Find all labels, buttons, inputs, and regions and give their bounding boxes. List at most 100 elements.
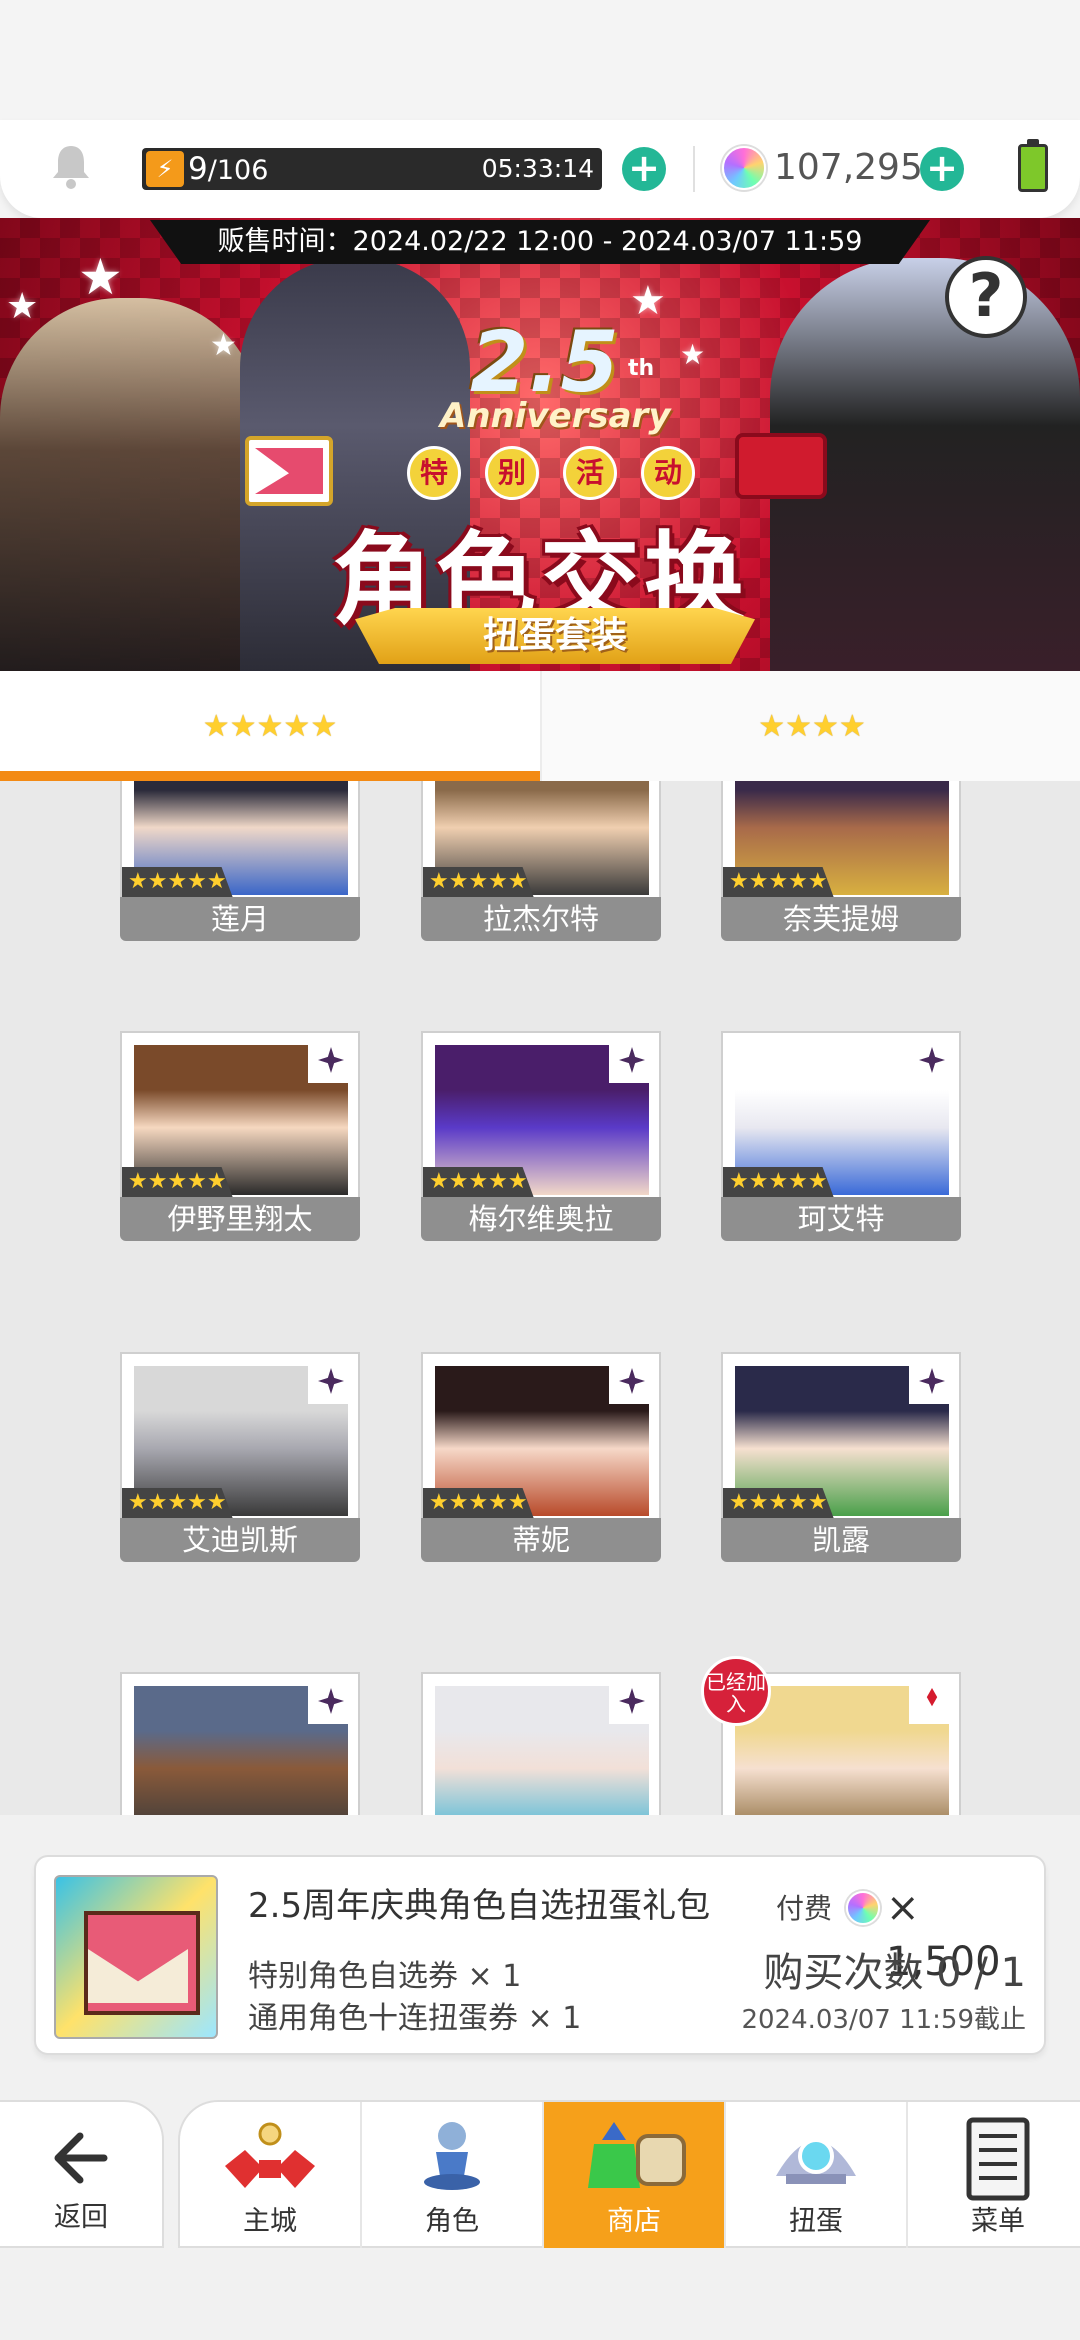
active-tab-indicator bbox=[0, 771, 540, 781]
character-name: 珂艾特 bbox=[721, 1197, 961, 1241]
stamina-bar: ⚡ 9/106 05:33:14 bbox=[142, 148, 602, 190]
gem-count: 107,295 bbox=[774, 147, 923, 188]
gacha-pack-card[interactable]: 2.5周年庆典角色自选扭蛋礼包 付费 × 1,500 特别角色自选券 × 1 通… bbox=[34, 1855, 1046, 2055]
stamina-timer: 05:33:14 bbox=[481, 154, 594, 183]
tab-label: ★★★★ bbox=[758, 709, 866, 744]
bottom-navigation: 返回 主城 角色 商店 扭蛋 菜单 bbox=[0, 2100, 1080, 2250]
notification-bell-icon[interactable] bbox=[50, 144, 92, 190]
character-card[interactable]: ★★★★★ 奈芙提姆 bbox=[721, 781, 961, 941]
nav-shop[interactable]: 商店 bbox=[544, 2102, 724, 2250]
character-portrait: ★★★★★ bbox=[721, 781, 961, 897]
diamond-icon bbox=[308, 1358, 354, 1404]
star-decoration: ★ bbox=[6, 286, 39, 327]
character-name: 莲月 bbox=[120, 897, 360, 941]
character-portrait: ★★★★★ bbox=[721, 1352, 961, 1518]
nav-character[interactable]: 角色 bbox=[362, 2102, 542, 2250]
purchase-deadline: 2024.03/07 11:59截止 bbox=[741, 2005, 1026, 2035]
character-grid: ★★★★★ 莲月 ★★★★★ 拉杰尔特 ★★★★★ 奈芙提姆 ★★★★★ 伊野里翔太 ★★★★★… bbox=[0, 781, 1080, 1815]
system-bottom-area bbox=[0, 2248, 1080, 2340]
character-name: 梅尔维奥拉 bbox=[421, 1197, 661, 1241]
envelope-ticket-icon bbox=[245, 436, 333, 506]
character-portrait: ★★★★★ bbox=[120, 781, 360, 897]
rainbow-gem-icon bbox=[846, 1891, 880, 1925]
header-divider bbox=[693, 146, 695, 192]
special-event-char: 活 bbox=[563, 446, 617, 500]
nav-label: 扭蛋 bbox=[789, 2206, 843, 2237]
red-diamond-icon bbox=[909, 1678, 955, 1724]
character-card[interactable]: ★★★★★ 伊野里翔太 bbox=[120, 1031, 360, 1241]
status-header: ⚡ 9/106 05:33:14 + 107,295 + bbox=[0, 120, 1080, 218]
character-name: 蒂妮 bbox=[421, 1518, 661, 1562]
diamond-icon bbox=[609, 1678, 655, 1724]
gacha-pack-icon bbox=[54, 1875, 218, 2039]
star-decoration: ★ bbox=[630, 278, 666, 324]
nav-gacha[interactable]: 扭蛋 bbox=[726, 2102, 906, 2250]
rainbow-gem-icon bbox=[722, 146, 766, 190]
character-card[interactable]: ★★★★★ 莲月 bbox=[120, 781, 360, 941]
character-portrait bbox=[421, 1672, 661, 1815]
character-icon bbox=[424, 2122, 480, 2190]
add-gems-button[interactable]: + bbox=[920, 147, 964, 191]
diamond-icon bbox=[308, 1678, 354, 1724]
pack-content-2: 通用角色十连扭蛋券 × 1 bbox=[248, 2001, 582, 2036]
character-name: 艾迪凯斯 bbox=[120, 1518, 360, 1562]
special-event-char: 动 bbox=[641, 446, 695, 500]
menu-list-icon bbox=[966, 2117, 1030, 2201]
rarity-tabs: ★★★★★ ★★★★ bbox=[0, 671, 1080, 781]
character-portrait bbox=[120, 1672, 360, 1815]
character-name: 拉杰尔特 bbox=[421, 897, 661, 941]
event-banner: ★ ★ ★ ★ ★ 贩售时间：2024.02/22 12:00 - 2024.0… bbox=[0, 218, 1080, 671]
gacha-icon bbox=[776, 2138, 856, 2184]
battery-icon bbox=[1018, 139, 1048, 192]
sale-period: 贩售时间：2024.02/22 12:00 - 2024.03/07 11:59 bbox=[150, 220, 930, 264]
diamond-icon bbox=[609, 1037, 655, 1083]
rarity-stars: ★★★★★ bbox=[723, 867, 834, 897]
character-card[interactable]: ★★★★★ 拉杰尔特 bbox=[421, 781, 661, 941]
character-card[interactable] bbox=[421, 1672, 661, 1815]
character-card[interactable]: ★★★★★ 凯露 bbox=[721, 1352, 961, 1562]
character-portrait: ★★★★★ bbox=[120, 1352, 360, 1518]
nav-castle[interactable]: 主城 bbox=[180, 2102, 360, 2250]
nav-menu[interactable]: 菜单 bbox=[908, 2102, 1080, 2250]
app-root: ⚡ 9/106 05:33:14 + 107,295 + ★ ★ ★ ★ ★ 贩… bbox=[0, 0, 1080, 2340]
character-portrait: ★★★★★ bbox=[120, 1031, 360, 1197]
character-card[interactable]: ★★★★★ 珂艾特 bbox=[721, 1031, 961, 1241]
back-label: 返回 bbox=[54, 2202, 108, 2233]
joined-badge: 已经加入 bbox=[701, 1656, 771, 1726]
character-card[interactable]: ★★★★★ 梅尔维奥拉 bbox=[421, 1031, 661, 1241]
back-button[interactable]: 返回 bbox=[0, 2100, 164, 2248]
lightning-icon: ⚡ bbox=[146, 151, 184, 187]
character-card[interactable]: 已经加入 bbox=[701, 1656, 961, 1815]
add-stamina-button[interactable]: + bbox=[622, 147, 666, 191]
shop-icon bbox=[588, 2122, 686, 2188]
tab-four-star[interactable]: ★★★★ bbox=[542, 671, 1080, 781]
rarity-stars: ★★★★★ bbox=[122, 1488, 233, 1518]
special-event-label: 特别活动 bbox=[395, 446, 715, 506]
purchase-panel: 2.5周年庆典角色自选扭蛋礼包 付费 × 1,500 特别角色自选券 × 1 通… bbox=[0, 1815, 1080, 2100]
nav-label: 角色 bbox=[425, 2206, 479, 2237]
character-card[interactable]: ★★★★★ 艾迪凯斯 bbox=[120, 1352, 360, 1562]
character-name: 奈芙提姆 bbox=[721, 897, 961, 941]
purchase-count: 购买次数 0 / 1 bbox=[763, 1950, 1026, 1996]
castle-icon bbox=[225, 2122, 315, 2188]
character-portrait: ★★★★★ bbox=[421, 1352, 661, 1518]
stamina-value: 9/106 bbox=[188, 151, 269, 187]
rarity-stars: ★★★★★ bbox=[423, 867, 534, 897]
pay-label: 付费 bbox=[776, 1892, 833, 1925]
nav-label: 主城 bbox=[243, 2206, 297, 2237]
character-portrait: ★★★★★ bbox=[721, 1031, 961, 1197]
tab-five-star[interactable]: ★★★★★ bbox=[0, 671, 540, 781]
help-button[interactable]: ? bbox=[945, 256, 1027, 338]
rarity-stars: ★★★★★ bbox=[723, 1488, 834, 1518]
pack-content-1: 特别角色自选券 × 1 bbox=[248, 1959, 522, 1994]
star-decoration: ★ bbox=[680, 338, 706, 371]
diamond-icon bbox=[609, 1358, 655, 1404]
character-card[interactable] bbox=[120, 1672, 360, 1815]
star-decoration: ★ bbox=[78, 248, 123, 306]
anniversary-suffix: th bbox=[628, 356, 655, 381]
special-event-char: 特 bbox=[407, 446, 461, 500]
rarity-stars: ★★★★★ bbox=[423, 1488, 534, 1518]
diamond-icon bbox=[308, 1037, 354, 1083]
rarity-stars: ★★★★★ bbox=[122, 1167, 233, 1197]
character-card[interactable]: ★★★★★ 蒂妮 bbox=[421, 1352, 661, 1562]
